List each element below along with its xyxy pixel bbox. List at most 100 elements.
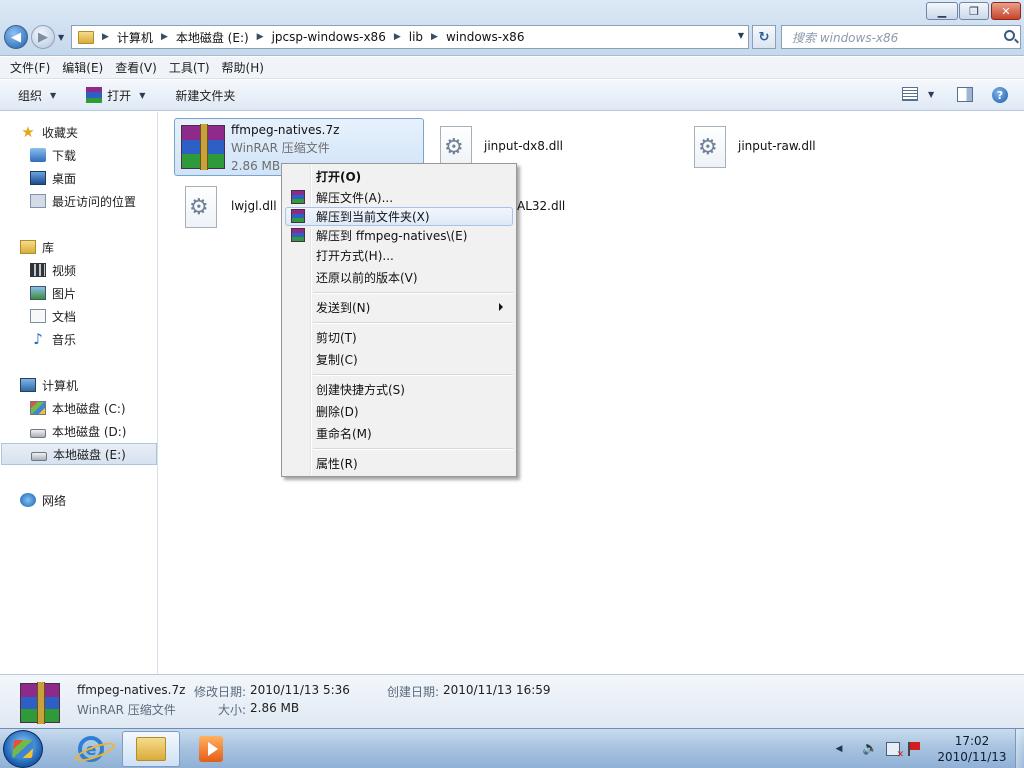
ctx-open-with[interactable]: 打开方式(H)... [285, 246, 513, 265]
file-item-lwjgl[interactable]: lwjgl.dll [185, 186, 277, 228]
ctx-label: 解压到 ffmpeg-natives\(E) [316, 229, 468, 243]
ctx-delete[interactable]: 删除(D) [285, 402, 513, 421]
nav-documents[interactable]: 文档 [0, 306, 156, 326]
open-button[interactable]: 打开 ▼ [86, 83, 145, 107]
new-folder-button[interactable]: 新建文件夹 [175, 83, 235, 107]
menu-file[interactable]: 文件(F) [4, 59, 56, 76]
action-center-flag-icon[interactable] [908, 742, 922, 756]
ctx-copy[interactable]: 复制(C) [285, 350, 513, 369]
ctx-extract-to-folder[interactable]: 解压到 ffmpeg-natives\(E) [285, 226, 513, 245]
organize-button[interactable]: 组织 ▼ [18, 83, 56, 107]
speaker-icon[interactable]: 🔈 [862, 742, 878, 756]
nav-computer[interactable]: 计算机 [0, 375, 156, 395]
taskbar-windows-explorer[interactable] [122, 731, 180, 767]
refresh-icon: ↻ [758, 29, 770, 45]
chevron-down-icon: ▼ [50, 90, 57, 100]
menu-edit[interactable]: 编辑(E) [56, 59, 109, 76]
ctx-send-to[interactable]: 发送到(N) [285, 298, 513, 317]
system-clock[interactable]: 17:02 2010/11/13 [932, 733, 1012, 765]
chevron-right-icon[interactable]: ▶ [431, 32, 438, 42]
open-label: 打开 [107, 88, 132, 103]
ctx-label: 复制(C) [316, 353, 358, 367]
chevron-right-icon[interactable]: ▶ [394, 32, 401, 42]
view-options-icon[interactable] [902, 87, 918, 101]
details-file-name: ffmpeg-natives.7z [77, 683, 186, 697]
context-menu: 打开(O) 解压文件(A)... 解压到当前文件夹(X) 解压到 ffmpeg-… [281, 163, 517, 477]
show-desktop-button[interactable] [1015, 729, 1024, 768]
winrar-icon [86, 87, 103, 103]
winrar-icon [291, 190, 305, 204]
breadcrumb-jpcsp[interactable]: jpcsp-windows-x86 [272, 30, 386, 44]
breadcrumb-lib[interactable]: lib [409, 30, 423, 44]
recent-pages-dropdown[interactable]: ▼ [58, 33, 64, 42]
menu-help[interactable]: 帮助(H) [216, 59, 270, 76]
ctx-rename[interactable]: 重命名(M) [285, 424, 513, 443]
file-name: ffmpeg-natives.7z [231, 123, 340, 137]
ctx-open[interactable]: 打开(O) [285, 167, 513, 186]
chevron-right-icon[interactable]: ▶ [257, 32, 264, 42]
help-icon[interactable]: ? [992, 87, 1008, 103]
nav-downloads[interactable]: 下载 [0, 145, 156, 165]
nav-drive-c[interactable]: 本地磁盘 (C:) [0, 398, 156, 418]
ctx-extract-here[interactable]: 解压到当前文件夹(X) [285, 207, 513, 226]
taskbar-media-player[interactable] [182, 731, 240, 767]
internet-explorer-icon: e [78, 736, 104, 762]
file-item-jinput-raw[interactable]: jinput-raw.dll [694, 126, 816, 168]
address-bar[interactable]: ▶ 计算机 ▶ 本地磁盘 (E:) ▶ jpcsp-windows-x86 ▶ … [71, 25, 749, 49]
nav-pictures[interactable]: 图片 [0, 283, 156, 303]
ctx-properties[interactable]: 属性(R) [285, 454, 513, 473]
nav-drive-e[interactable]: 本地磁盘 (E:) [1, 443, 157, 465]
nav-libraries[interactable]: 库 [0, 237, 156, 257]
chevron-right-icon[interactable]: ▶ [102, 32, 109, 42]
nav-favorites[interactable]: ★ 收藏夹 [0, 122, 156, 142]
refresh-button[interactable]: ↻ [752, 25, 776, 49]
menu-divider [313, 292, 513, 294]
maximize-button[interactable]: ❐ [959, 2, 989, 20]
minimize-button[interactable]: ▁ [926, 2, 958, 20]
menu-divider [313, 448, 513, 450]
chevron-down-icon[interactable]: ▼ [928, 90, 934, 99]
close-button[interactable]: ✕ [991, 2, 1021, 20]
address-history-dropdown[interactable]: ▼ [738, 31, 744, 40]
ctx-extract-files[interactable]: 解压文件(A)... [285, 188, 513, 207]
video-library-icon [30, 263, 46, 277]
taskbar-internet-explorer[interactable]: e [62, 731, 120, 767]
back-button[interactable]: ◀ [4, 25, 28, 49]
ctx-create-shortcut[interactable]: 创建快捷方式(S) [285, 380, 513, 399]
ctx-label: 剪切(T) [316, 331, 357, 345]
nav-network[interactable]: 网络 [0, 490, 156, 510]
nav-videos[interactable]: 视频 [0, 260, 156, 280]
nav-music[interactable]: ♪ 音乐 [0, 329, 156, 349]
start-button[interactable] [3, 730, 43, 768]
file-item-openal32[interactable]: AL32.dll [517, 186, 565, 215]
nav-label: 文档 [52, 309, 77, 324]
star-icon: ★ [21, 123, 35, 141]
window-titlebar: ▁ ❐ ✕ ◀ ▶ ▼ ▶ 计算机 ▶ 本地磁盘 (E:) ▶ jpcsp-wi… [0, 0, 1024, 56]
ctx-cut[interactable]: 剪切(T) [285, 328, 513, 347]
navigation-pane: ★ 收藏夹 下载 桌面 最近访问的位置 库 视频 图片 文档 ♪ 音乐 计算机 … [0, 112, 158, 674]
forward-button[interactable]: ▶ [31, 25, 55, 49]
file-item-jinput-dx8[interactable]: jinput-dx8.dll [440, 126, 563, 168]
details-size-value: 2.86 MB [250, 701, 300, 715]
arrow-right-icon: ▶ [38, 29, 48, 45]
nav-desktop[interactable]: 桌面 [0, 168, 156, 188]
search-input[interactable]: 搜索 windows-x86 [781, 25, 1021, 49]
preview-pane-icon[interactable] [957, 87, 973, 102]
ctx-restore-previous[interactable]: 还原以前的版本(V) [285, 268, 513, 287]
chevron-right-icon[interactable]: ▶ [161, 32, 168, 42]
network-disconnected-icon[interactable] [886, 742, 904, 760]
breadcrumb-drive-e[interactable]: 本地磁盘 (E:) [176, 29, 249, 46]
breadcrumb-windows-x86[interactable]: windows-x86 [446, 30, 524, 44]
breadcrumb-computer[interactable]: 计算机 [117, 29, 153, 46]
nav-label: 网络 [42, 493, 67, 508]
menu-tools[interactable]: 工具(T) [163, 59, 216, 76]
menu-view[interactable]: 查看(V) [109, 59, 163, 76]
nav-drive-d[interactable]: 本地磁盘 (D:) [0, 421, 156, 441]
nav-recent-places[interactable]: 最近访问的位置 [0, 191, 156, 211]
nav-label: 音乐 [52, 332, 77, 347]
clock-date: 2010/11/13 [937, 750, 1007, 764]
show-hidden-icons-button[interactable]: ◀ [832, 742, 846, 756]
search-icon[interactable] [1004, 30, 1015, 41]
ctx-label: 创建快捷方式(S) [316, 383, 405, 397]
ctx-label: 属性(R) [316, 457, 358, 471]
